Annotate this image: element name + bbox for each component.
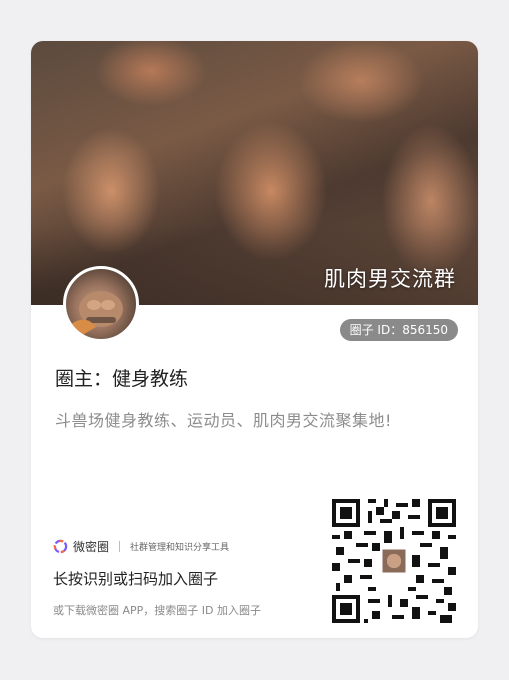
brand-name: 微密圈 (73, 539, 110, 554)
download-hint: 或下载微密圈 APP，搜索圈子 ID 加入圈子 (53, 604, 261, 617)
group-id-badge: 圈子 ID：856150 (339, 319, 458, 341)
weimiquan-logo-icon (53, 539, 68, 553)
brand-row: 微密圈 社群管理和知识分享工具 (53, 537, 229, 555)
group-owner: 圈主：健身教练 (55, 368, 189, 390)
cover-title: 肌肉男交流群 (324, 267, 456, 291)
group-avatar (63, 266, 139, 342)
brand-tagline: 社群管理和知识分享工具 (130, 542, 230, 553)
qr-code-image (332, 499, 456, 623)
qr-code[interactable] (332, 499, 456, 623)
brand-divider (119, 540, 121, 552)
avatar-photo (71, 291, 123, 339)
group-invite-card: 肌肉男交流群 圈子 ID：856150 圈主：健身教练 斗兽场健身教练、运动员、… (31, 41, 478, 638)
group-description: 斗兽场健身教练、运动员、肌肉男交流聚集地! (55, 411, 392, 430)
scan-prompt: 长按识别或扫码加入圈子 (53, 570, 219, 588)
